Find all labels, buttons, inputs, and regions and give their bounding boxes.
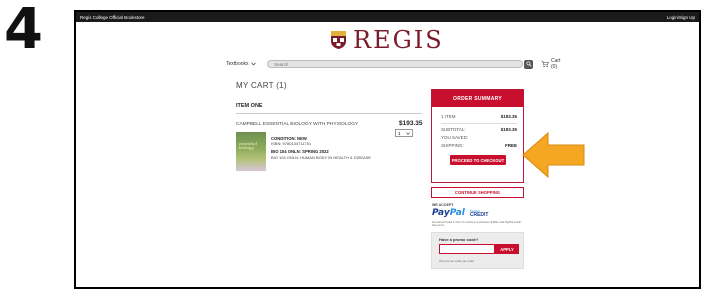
item-title[interactable]: CAMPBELL ESSENTIAL BIOLOGY WITH PHYSIOLO… (236, 122, 358, 127)
search-icon (526, 61, 532, 67)
paypal-fine-print: No interest if paid in full in 6 months … (432, 221, 522, 228)
quantity-select[interactable]: 1 (395, 129, 413, 137)
promo-code-question: Have a promo code? (439, 237, 479, 242)
textbooks-label: Textbooks (226, 61, 249, 67)
summary-subtotal-row: SUBTOTAL: $193.35 (441, 127, 517, 132)
payment-logos: PayPal PayPal CREDIT (432, 208, 489, 218)
page-title: MY CART (1) (236, 81, 287, 90)
promo-code-panel: Have a promo code? APPLY One promo code … (431, 232, 524, 269)
quantity-value: 1 (398, 130, 401, 136)
pointer-arrow-icon (522, 131, 585, 179)
promo-code-input[interactable] (439, 244, 495, 254)
summary-items-row: 1 ITEM $193.35 (441, 114, 517, 119)
summary-saved-row: YOU SAVED: (441, 135, 517, 140)
summary-items-label: 1 ITEM (441, 114, 456, 119)
continue-shopping-button[interactable]: CONTINUE SHOPPING (431, 187, 524, 198)
regis-crest-icon (331, 31, 346, 49)
item-heading: ITEM ONE (236, 103, 263, 109)
paypal-logo: PayPal (432, 208, 465, 218)
summary-saved-label: YOU SAVED: (441, 135, 469, 140)
cart-icon (541, 60, 549, 68)
cart-label: Cart (0) (551, 58, 561, 70)
book-cover-image[interactable]: essential biology (236, 132, 266, 171)
summary-shipping-row: SHIPPING: FREE (441, 143, 517, 148)
promo-code-note: One promo code per order (439, 259, 475, 263)
top-bar: Regis College Official Bookstore Login/S… (76, 12, 699, 22)
summary-subtotal-value: $193.35 (500, 127, 517, 132)
item-price: $193.35 (399, 120, 423, 127)
paypal-credit-text: CREDIT (469, 212, 489, 218)
search-button[interactable] (524, 59, 534, 69)
paypal-logo-pal: Pal (449, 208, 465, 218)
login-signup-link[interactable]: Login/Sign Up (667, 15, 695, 20)
summary-subtotal-label: SUBTOTAL: (441, 127, 466, 132)
logo-text: REGIS (353, 26, 444, 54)
summary-divider (441, 123, 517, 124)
cart-link[interactable]: Cart (0) (541, 58, 566, 70)
chevron-down-icon (406, 131, 410, 135)
item-divider (236, 113, 422, 114)
apply-promo-button[interactable]: APPLY (495, 244, 519, 254)
book-cover-title: essential biology (239, 141, 257, 151)
item-details: CONDITION: NEW ISBN: 9780134711751 BIO 1… (271, 136, 371, 160)
step-number: 4 (4, 0, 43, 62)
paypal-credit-logo: PayPal CREDIT (469, 209, 489, 218)
summary-shipping-label: SHIPPING: (441, 143, 464, 148)
proceed-to-checkout-button[interactable]: PROCEED TO CHECKOUT (450, 155, 506, 165)
search-bar[interactable] (267, 60, 524, 68)
summary-shipping-value: FREE (504, 143, 517, 148)
regis-logo[interactable]: REGIS (330, 26, 444, 54)
order-summary-heading: ORDER SUMMARY (432, 90, 523, 107)
browser-screenshot-frame: Regis College Official Bookstore Login/S… (74, 10, 701, 289)
nav-row: Textbooks Cart (0) (226, 58, 566, 70)
store-name-link[interactable]: Regis College Official Bookstore (80, 15, 144, 20)
textbooks-menu[interactable]: Textbooks (226, 61, 267, 67)
summary-items-value: $193.35 (500, 114, 517, 119)
we-accept-label: WE ACCEPT (432, 203, 454, 207)
search-input[interactable] (274, 61, 523, 67)
order-summary-panel: ORDER SUMMARY 1 ITEM $193.35 SUBTOTAL: $… (431, 89, 524, 183)
paypal-logo-pay: Pay (432, 208, 450, 218)
item-isbn: ISBN: 9780134711751 (271, 141, 312, 147)
chevron-down-icon (250, 62, 256, 66)
item-course-description: BIO 104 ONLN: HUMAN BODY IN HEALTH & DIS… (271, 154, 372, 160)
